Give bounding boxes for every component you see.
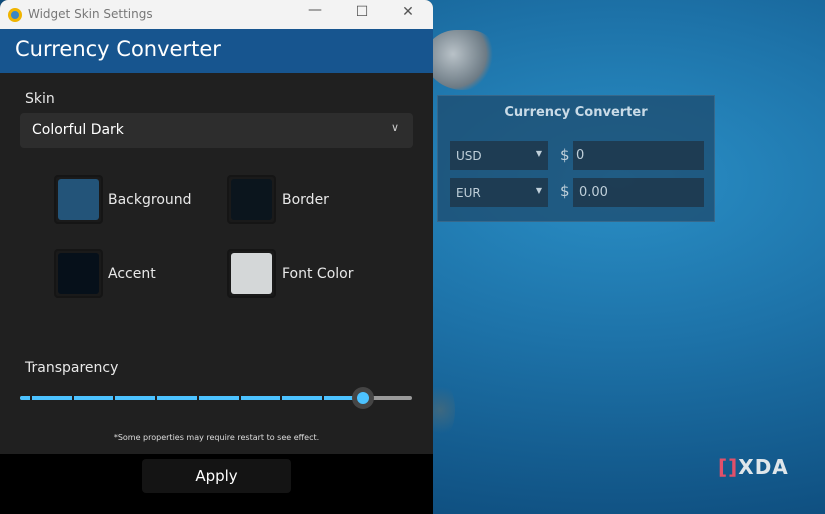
border-label: Border [282,192,329,208]
slider-thumb[interactable] [352,387,374,409]
page-title: Currency Converter [0,29,433,73]
from-currency-select[interactable]: USD ▼ [450,141,548,170]
footer: Apply [0,454,433,514]
font-color-swatch[interactable] [227,249,276,298]
slider-tick [71,396,74,400]
font-color-label: Font Color [282,266,354,282]
to-currency: EUR [456,186,481,200]
border-color-swatch[interactable] [227,175,276,224]
title-bar: Widget Skin Settings — ☐ ✕ [0,0,433,29]
skin-selected: Colorful Dark [32,122,124,138]
settings-window: Widget Skin Settings — ☐ ✕ Currency Conv… [0,0,433,514]
to-amount-output: 0.00 [573,178,704,207]
skin-label: Skin [25,91,55,107]
slider-tick [155,396,158,400]
widget-title: Currency Converter [504,105,648,120]
from-amount-input[interactable]: 0 [573,141,704,170]
minimize-icon[interactable]: — [300,2,330,18]
accent-label: Accent [108,266,156,282]
to-currency-select[interactable]: EUR ▼ [450,178,548,207]
currency-widget-preview: Currency Converter USD ▼ $ 0 EUR ▼ $ 0.00 [437,95,715,222]
transparency-label: Transparency [25,360,119,376]
slider-tick [280,396,283,400]
skin-dropdown[interactable]: Colorful Dark ∨ [20,113,413,148]
coral-rock [425,30,495,90]
accent-color-swatch[interactable] [54,249,103,298]
dropdown-arrow-icon: ▼ [535,186,542,195]
slider-tick [238,396,241,400]
from-symbol: $ [560,146,570,164]
restart-note: *Some properties may require restart to … [113,433,320,442]
window-title: Widget Skin Settings [28,7,153,21]
slider-tick [113,396,116,400]
apply-button[interactable]: Apply [142,459,291,493]
dropdown-arrow-icon: ▼ [535,149,542,158]
slider-tick [30,396,32,400]
to-symbol: $ [560,182,570,200]
transparency-slider[interactable] [20,387,412,409]
from-currency: USD [456,149,482,163]
xda-watermark: []XDA [718,455,789,479]
app-icon [8,8,22,22]
close-icon[interactable]: ✕ [393,4,423,20]
background-label: Background [108,192,192,208]
maximize-icon[interactable]: ☐ [347,4,377,20]
background-color-swatch[interactable] [54,175,103,224]
chevron-down-icon: ∨ [390,121,399,134]
slider-tick [321,396,324,400]
slider-tick [196,396,199,400]
